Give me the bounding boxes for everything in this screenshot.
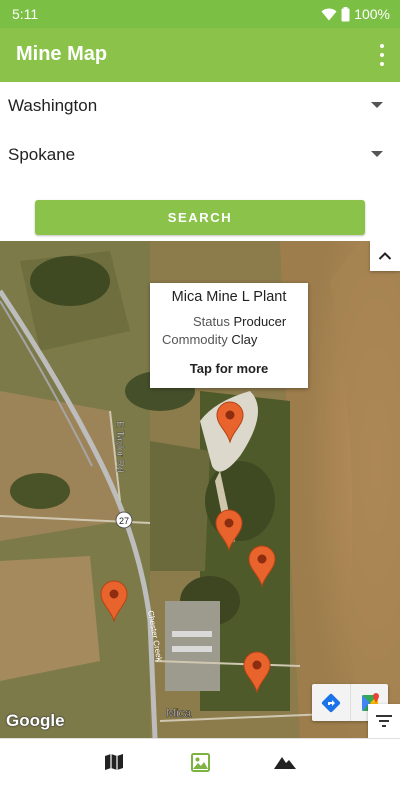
mine-marker[interactable]	[214, 509, 244, 551]
state-dropdown[interactable]: Washington	[0, 84, 400, 128]
wifi-icon	[321, 8, 337, 20]
terrain-icon	[274, 757, 296, 769]
info-commodity-row: Commodity Clay	[162, 332, 257, 347]
status-time: 5:11	[12, 6, 39, 22]
info-commodity-value: Clay	[231, 332, 258, 347]
mine-marker[interactable]	[242, 651, 272, 693]
svg-text:E Taylor Rd: E Taylor Rd	[114, 421, 125, 473]
satellite-map[interactable]: E Taylor Rd 27 Chester Creek Mica Mica M…	[0, 241, 400, 738]
info-status-row: Status Producer	[193, 314, 286, 329]
battery-percent: 100%	[354, 6, 390, 22]
dropdown-arrow-icon	[371, 102, 383, 108]
state-dropdown-value: Washington	[8, 96, 98, 115]
road-label: E Taylor Rd	[114, 421, 125, 473]
tap-for-more-link[interactable]: Tap for more	[150, 361, 308, 376]
search-button[interactable]: SEARCH	[35, 200, 365, 235]
info-window-title: Mica Mine L Plant	[171, 289, 287, 305]
battery-icon	[341, 6, 350, 21]
chevron-up-icon	[378, 252, 392, 260]
system-gesture-bar	[0, 784, 400, 800]
info-commodity-label: Commodity	[162, 332, 228, 347]
nav-satellite-button[interactable]	[189, 751, 211, 773]
town-label: Mica	[166, 706, 192, 720]
marker-info-window[interactable]: Mica Mine L Plant Status Producer Commod…	[150, 283, 308, 388]
app-title: Mine Map	[16, 43, 108, 65]
nav-map-button[interactable]	[103, 751, 125, 773]
satellite-image-icon	[190, 752, 210, 772]
filter-icon	[376, 715, 392, 727]
map-icon	[105, 754, 123, 770]
highway-shield-label: 27	[119, 516, 129, 526]
directions-button[interactable]	[312, 684, 350, 721]
mine-marker[interactable]	[247, 545, 277, 587]
info-status-label: Status	[193, 314, 230, 329]
nav-terrain-button[interactable]	[274, 751, 296, 773]
mine-marker[interactable]	[215, 401, 245, 443]
dropdown-arrow-icon	[371, 151, 383, 157]
mine-marker[interactable]	[99, 580, 129, 622]
info-status-value: Producer	[233, 314, 287, 329]
google-logo: Google	[6, 711, 65, 730]
filter-button[interactable]	[368, 704, 400, 738]
collapse-map-button[interactable]	[370, 241, 400, 271]
county-dropdown-value: Spokane	[8, 145, 76, 164]
app-bar: Mine Map	[0, 28, 400, 82]
county-dropdown[interactable]: Spokane	[0, 133, 400, 177]
status-bar: 5:11 100%	[0, 0, 400, 28]
status-icons: 100%	[321, 6, 390, 22]
overflow-menu-icon[interactable]	[378, 44, 386, 66]
directions-icon	[321, 693, 341, 712]
bottom-navigation	[0, 738, 400, 784]
